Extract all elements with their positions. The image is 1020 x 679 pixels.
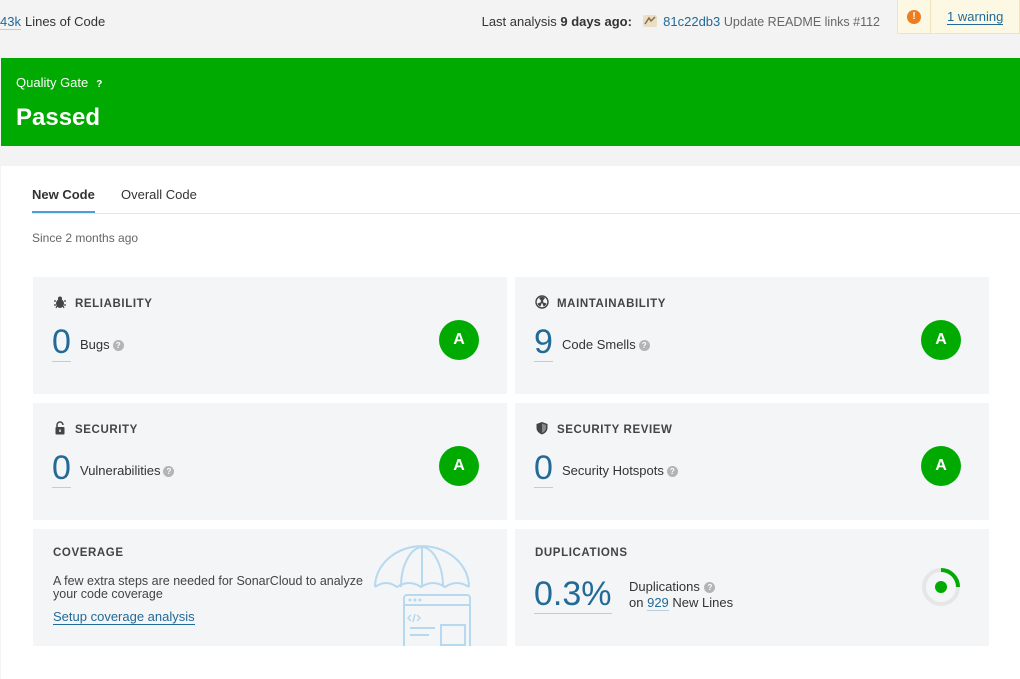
security-review-rating[interactable]: A — [921, 446, 961, 486]
radiation-icon — [535, 295, 549, 309]
measures-panel: New Code Overall Code Since 2 months ago… — [1, 166, 1020, 679]
warning-link[interactable]: 1 warning — [947, 10, 1004, 25]
tab-divider — [32, 213, 1020, 214]
maintainability-rating[interactable]: A — [921, 320, 961, 360]
duplications-card: DUPLICATIONS 0.3% Duplications ? on 929 … — [515, 529, 989, 646]
vulnerabilities-label-text: Vulnerabilities — [80, 463, 161, 478]
maintainability-title: MAINTAINABILITY — [557, 298, 667, 310]
help-icon[interactable]: ? — [704, 582, 716, 593]
analysis-prefix: Last analysis — [481, 14, 557, 29]
help-icon[interactable]: ? — [666, 466, 678, 477]
umbrella-illustration-icon — [374, 545, 471, 646]
reliability-rating[interactable]: A — [439, 320, 479, 360]
tab-overall-code[interactable]: Overall Code — [121, 187, 197, 202]
on-label: on — [629, 595, 644, 610]
bugs-label-text: Bugs — [80, 337, 110, 352]
duplications-label-text: Duplications — [629, 579, 700, 594]
new-code-period: Since 2 months ago — [32, 231, 139, 245]
help-icon[interactable]: ? — [96, 79, 102, 90]
security-card: SECURITY 0 Vulnerabilities? A — [33, 403, 507, 520]
security-hotspots-label: Security Hotspots? — [562, 463, 678, 478]
duplications-title: DUPLICATIONS — [535, 547, 628, 559]
security-title: SECURITY — [75, 424, 138, 436]
security-review-title: SECURITY REVIEW — [557, 424, 673, 436]
security-rating[interactable]: A — [439, 446, 479, 486]
code-smells-label: Code Smells? — [562, 337, 650, 352]
analysis-age: 9 days ago: — [560, 14, 632, 29]
vulnerabilities-count-link[interactable]: 0 — [52, 449, 71, 488]
warning-box: ! 1 warning — [897, 0, 1020, 34]
help-icon[interactable]: ? — [112, 340, 124, 351]
coverage-card: COVERAGE A few extra steps are needed fo… — [33, 529, 507, 646]
quality-gate-status: Passed — [16, 104, 101, 131]
new-lines-count-link[interactable]: 929 — [647, 595, 669, 611]
security-hotspots-label-text: Security Hotspots — [562, 463, 664, 478]
maintainability-card: MAINTAINABILITY 9 Code Smells? A — [515, 277, 989, 394]
duplications-donut-icon — [922, 568, 960, 606]
loc-value-link[interactable]: 43k — [0, 14, 21, 30]
lines-of-code: 43k Lines of Code — [0, 14, 106, 30]
warning-icon: ! — [907, 10, 921, 24]
setup-coverage-link[interactable]: Setup coverage analysis — [53, 610, 195, 625]
commit-hash-link[interactable]: 81c22db3 — [663, 14, 720, 29]
coverage-title: COVERAGE — [53, 547, 124, 559]
coverage-message: A few extra steps are needed for SonarCl… — [53, 574, 363, 601]
new-lines-info: on 929 New Lines — [629, 595, 734, 611]
code-smells-label-text: Code Smells — [562, 337, 636, 352]
help-icon[interactable]: ? — [163, 466, 175, 477]
code-smells-count-link[interactable]: 9 — [534, 323, 553, 362]
help-icon[interactable]: ? — [638, 340, 650, 351]
bug-icon — [54, 296, 66, 309]
quality-gate-banner: Quality Gate? Passed — [1, 58, 1020, 146]
top-bar: 43k Lines of Code Last analysis 9 days ag… — [0, 0, 1020, 42]
shield-icon — [536, 422, 548, 435]
maintainability-header: MAINTAINABILITY — [535, 295, 666, 310]
security-header: SECURITY — [53, 421, 138, 436]
last-analysis: Last analysis 9 days ago: 81c22db3 Updat… — [482, 14, 880, 29]
reliability-title: RELIABILITY — [75, 298, 153, 310]
vulnerabilities-label: Vulnerabilities? — [80, 463, 175, 478]
quality-gate-title: Quality Gate? — [16, 75, 102, 90]
security-review-card: SECURITY REVIEW 0 Security Hotspots? A — [515, 403, 989, 520]
bugs-label: Bugs? — [80, 337, 124, 352]
warning-separator — [930, 0, 931, 34]
security-review-header: SECURITY REVIEW — [535, 421, 673, 436]
quality-gate-label: Quality Gate — [16, 75, 89, 90]
reliability-card: RELIABILITY 0 Bugs? A — [33, 277, 507, 394]
tab-new-code[interactable]: New Code — [32, 187, 95, 214]
bugs-count-link[interactable]: 0 — [52, 323, 71, 362]
new-lines-label: New Lines — [672, 595, 734, 610]
loc-label: Lines of Code — [24, 14, 106, 29]
security-hotspots-count-link[interactable]: 0 — [534, 449, 553, 488]
lock-icon — [55, 421, 65, 435]
duplications-label: Duplications ? — [629, 579, 716, 594]
author-avatar-icon — [642, 15, 657, 27]
reliability-header: RELIABILITY — [53, 295, 153, 310]
duplications-value-link[interactable]: 0.3% — [534, 575, 612, 614]
commit-message: Update README links #112 — [723, 15, 880, 29]
